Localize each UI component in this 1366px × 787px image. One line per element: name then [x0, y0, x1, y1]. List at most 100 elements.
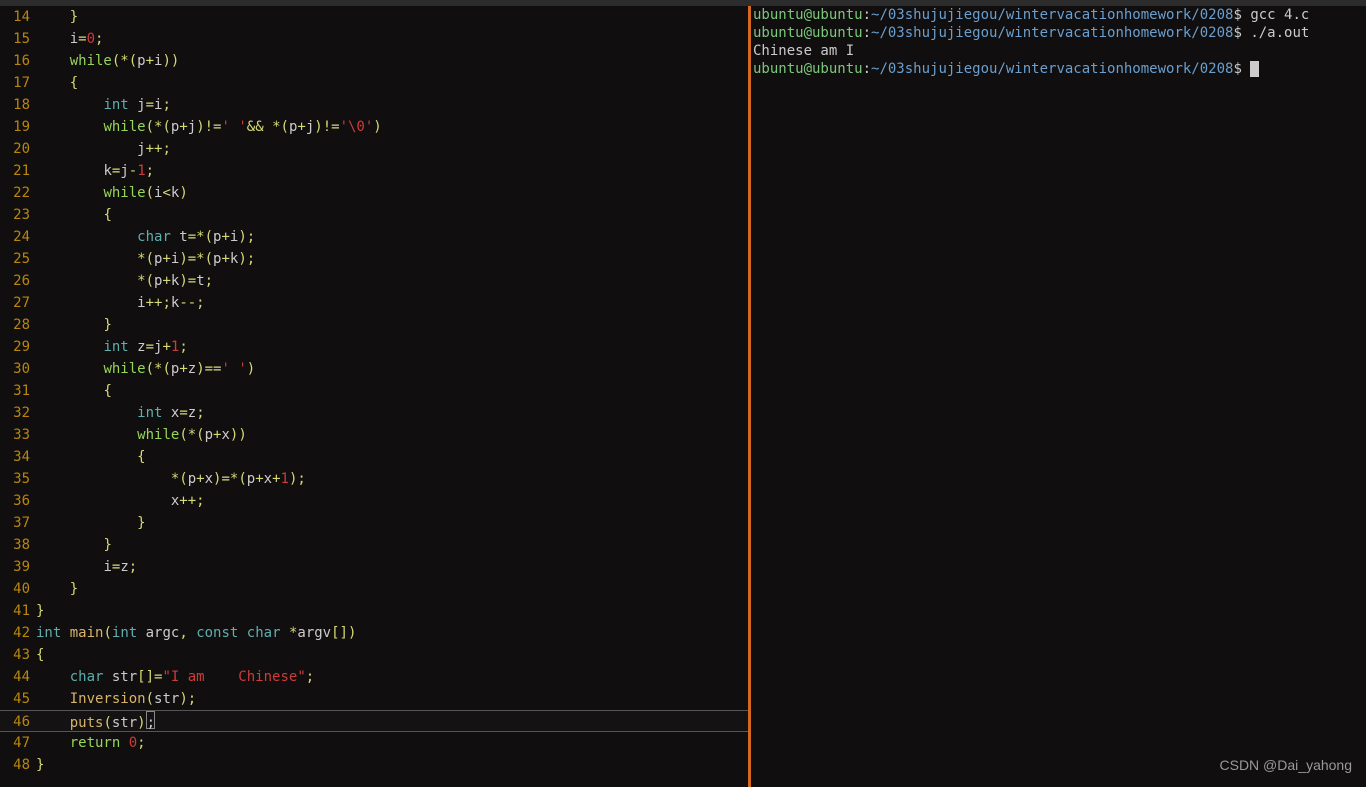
line-number: 28	[0, 314, 36, 336]
line-content: int z=j+1;	[36, 336, 188, 358]
line-content: x++;	[36, 490, 205, 512]
line-content: while(*(p+i))	[36, 50, 179, 72]
line-content: i++;k--;	[36, 292, 205, 314]
code-line[interactable]: 31 {	[0, 380, 748, 402]
line-content: int j=i;	[36, 94, 171, 116]
line-content: }	[36, 314, 112, 336]
code-line[interactable]: 37 }	[0, 512, 748, 534]
terminal-line: ubuntu@ubuntu:~/03shujujiegou/wintervaca…	[751, 24, 1366, 42]
line-number: 33	[0, 424, 36, 446]
watermark: CSDN @Dai_yahong	[1220, 757, 1353, 773]
line-number: 16	[0, 50, 36, 72]
line-content: *(p+i)=*(p+k);	[36, 248, 255, 270]
line-content: char t=*(p+i);	[36, 226, 255, 248]
line-content: *(p+k)=t;	[36, 270, 213, 292]
window-titlebar	[0, 0, 1366, 6]
code-line[interactable]: 35 *(p+x)=*(p+x+1);	[0, 468, 748, 490]
code-line[interactable]: 14 }	[0, 6, 748, 28]
line-number: 34	[0, 446, 36, 468]
line-number: 32	[0, 402, 36, 424]
line-number: 23	[0, 204, 36, 226]
code-line[interactable]: 47 return 0;	[0, 732, 748, 754]
line-number: 30	[0, 358, 36, 380]
code-editor-pane[interactable]: 14 }15 i=0;16 while(*(p+i))17 {18 int j=…	[0, 0, 748, 787]
code-line[interactable]: 28 }	[0, 314, 748, 336]
terminal-line: ubuntu@ubuntu:~/03shujujiegou/wintervaca…	[751, 60, 1366, 78]
code-line[interactable]: 16 while(*(p+i))	[0, 50, 748, 72]
line-number: 39	[0, 556, 36, 578]
line-content: {	[36, 446, 146, 468]
code-line[interactable]: 30 while(*(p+z)==' ')	[0, 358, 748, 380]
line-number: 41	[0, 600, 36, 622]
terminal-line: ubuntu@ubuntu:~/03shujujiegou/wintervaca…	[751, 6, 1366, 24]
code-line[interactable]: 24 char t=*(p+i);	[0, 226, 748, 248]
line-number: 35	[0, 468, 36, 490]
line-content: i=z;	[36, 556, 137, 578]
line-content: int main(int argc, const char *argv[])	[36, 622, 356, 644]
code-line[interactable]: 32 int x=z;	[0, 402, 748, 424]
line-number: 48	[0, 754, 36, 776]
code-line[interactable]: 19 while(*(p+j)!=' '&& *(p+j)!='\0')	[0, 116, 748, 138]
terminal-cursor	[1250, 61, 1259, 77]
line-number: 22	[0, 182, 36, 204]
line-content: int x=z;	[36, 402, 205, 424]
code-line[interactable]: 21 k=j-1;	[0, 160, 748, 182]
line-number: 27	[0, 292, 36, 314]
code-line[interactable]: 33 while(*(p+x))	[0, 424, 748, 446]
line-content: char str[]="I am Chinese";	[36, 666, 314, 688]
line-number: 42	[0, 622, 36, 644]
line-content: while(i<k)	[36, 182, 188, 204]
line-number: 20	[0, 138, 36, 160]
line-content: *(p+x)=*(p+x+1);	[36, 468, 306, 490]
line-number: 46	[0, 711, 36, 731]
code-line[interactable]: 25 *(p+i)=*(p+k);	[0, 248, 748, 270]
terminal-pane[interactable]: ubuntu@ubuntu:~/03shujujiegou/wintervaca…	[751, 0, 1366, 787]
code-line[interactable]: 40 }	[0, 578, 748, 600]
code-line[interactable]: 34 {	[0, 446, 748, 468]
line-content: {	[36, 644, 44, 666]
line-number: 18	[0, 94, 36, 116]
code-line[interactable]: 48}	[0, 754, 748, 776]
terminal-line: Chinese am I	[751, 42, 1366, 60]
line-number: 37	[0, 512, 36, 534]
line-content: while(*(p+j)!=' '&& *(p+j)!='\0')	[36, 116, 382, 138]
line-content: puts(str);	[36, 711, 155, 731]
line-number: 24	[0, 226, 36, 248]
line-content: j++;	[36, 138, 171, 160]
line-content: }	[36, 578, 78, 600]
code-line[interactable]: 20 j++;	[0, 138, 748, 160]
line-content: }	[36, 6, 78, 28]
code-line[interactable]: 44 char str[]="I am Chinese";	[0, 666, 748, 688]
line-content: }	[36, 534, 112, 556]
line-number: 45	[0, 688, 36, 710]
line-number: 29	[0, 336, 36, 358]
line-number: 36	[0, 490, 36, 512]
code-line[interactable]: 27 i++;k--;	[0, 292, 748, 314]
code-line[interactable]: 36 x++;	[0, 490, 748, 512]
line-content: }	[36, 512, 146, 534]
line-number: 15	[0, 28, 36, 50]
line-number: 44	[0, 666, 36, 688]
code-line[interactable]: 15 i=0;	[0, 28, 748, 50]
code-line[interactable]: 38 }	[0, 534, 748, 556]
code-line[interactable]: 29 int z=j+1;	[0, 336, 748, 358]
code-line[interactable]: 23 {	[0, 204, 748, 226]
code-line[interactable]: 41}	[0, 600, 748, 622]
code-line[interactable]: 22 while(i<k)	[0, 182, 748, 204]
line-content: }	[36, 754, 44, 776]
code-line[interactable]: 18 int j=i;	[0, 94, 748, 116]
code-line[interactable]: 46 puts(str);	[0, 710, 748, 732]
code-line[interactable]: 17 {	[0, 72, 748, 94]
line-number: 19	[0, 116, 36, 138]
code-line[interactable]: 26 *(p+k)=t;	[0, 270, 748, 292]
line-content: i=0;	[36, 28, 103, 50]
code-line[interactable]: 43{	[0, 644, 748, 666]
code-line[interactable]: 39 i=z;	[0, 556, 748, 578]
line-number: 31	[0, 380, 36, 402]
line-content: k=j-1;	[36, 160, 154, 182]
code-line[interactable]: 42int main(int argc, const char *argv[])	[0, 622, 748, 644]
line-number: 17	[0, 72, 36, 94]
code-line[interactable]: 45 Inversion(str);	[0, 688, 748, 710]
line-content: {	[36, 380, 112, 402]
line-number: 38	[0, 534, 36, 556]
